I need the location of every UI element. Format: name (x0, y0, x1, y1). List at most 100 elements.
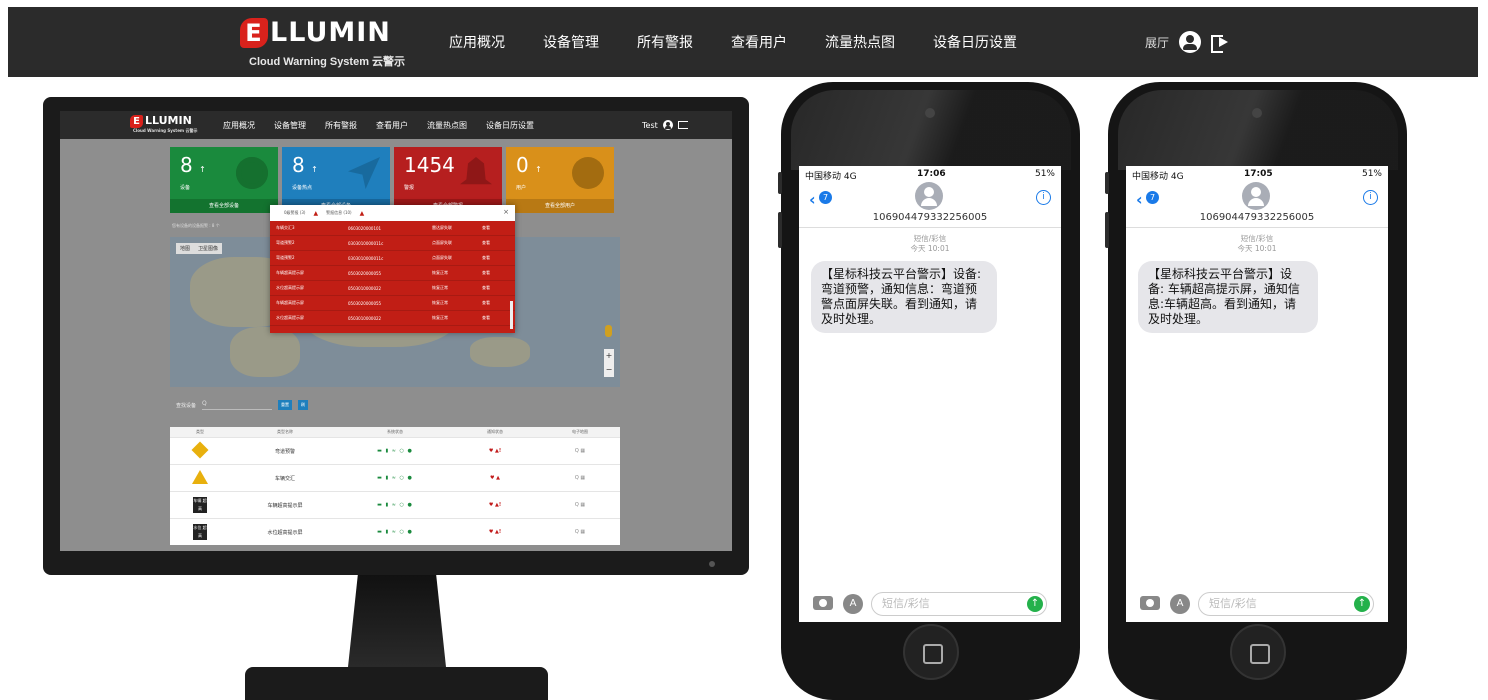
type-cell: 水位 超高 (170, 524, 230, 540)
screen-logout-icon[interactable] (677, 121, 688, 129)
alert-row[interactable]: 水位超高提示屏 0503010000022 恢复正常 查看 (270, 311, 515, 326)
screen-user-avatar-icon[interactable] (662, 120, 673, 130)
bell-icon (460, 157, 492, 185)
pegman-icon[interactable] (605, 325, 612, 337)
alert-row[interactable]: 水位超高提示屏 0503010000022 恢复正常 查看 (270, 281, 515, 296)
screen-nav-alerts[interactable]: 所有警报 (325, 120, 357, 131)
alert-modal-header: 0级警报 (3) ▲ 警报信息 (10) ▲ × (270, 205, 515, 221)
notify-icons[interactable]: ♥ ▲ (450, 475, 540, 481)
screen-nav-calendar[interactable]: 设备日历设置 (486, 120, 534, 131)
card-alerts[interactable]: 1454 警报 查看全部警报 (394, 147, 502, 213)
notify-icons[interactable]: ♥ ▲! (450, 529, 540, 535)
sender-number[interactable]: 106904479332256005 (799, 212, 1061, 223)
alert-row[interactable]: 车辆交汇3 0603020000101 雷达屏失联 查看 (270, 221, 515, 236)
card-devices[interactable]: 8 ↑ 设备 查看全部设备 (170, 147, 278, 213)
reset-button[interactable]: 重置 (278, 400, 293, 410)
person-icon (572, 157, 604, 189)
table-row[interactable]: 车辆交汇 ▬ ▮ ≈ ○ ● ♥ ▲ Q ▦ (170, 464, 620, 491)
nav-item-alerts[interactable]: 所有警报 (637, 32, 693, 52)
back-chevron-icon[interactable]: ‹ (809, 190, 816, 209)
map-tab-satellite[interactable]: 卫星图像 (194, 243, 222, 254)
user-avatar-icon[interactable] (1179, 31, 1202, 53)
map-tab-map[interactable]: 地图 (176, 243, 194, 254)
back-chevron-icon[interactable]: ‹ (1136, 190, 1143, 209)
card-alerts-label: 警报 (404, 185, 415, 191)
card-devices-footer[interactable]: 查看全部设备 (170, 199, 278, 213)
send-icon[interactable]: ↑ (1027, 596, 1043, 612)
brand-name: LLUMIN (270, 17, 391, 48)
device-search-bar: 查找设备 Q 重置 刷 (170, 394, 620, 416)
table-header: 类型 类型名称 系统状态 通知状态 电子地图 (170, 427, 620, 437)
map-action-icons[interactable]: Q ▦ (540, 502, 620, 508)
notify-icons[interactable]: ♥ ▲! (450, 502, 540, 508)
search-input[interactable]: Q (202, 400, 273, 410)
phone-2: 中国移动 4G 17:05 51% ‹ 7 106904479332256005… (1105, 82, 1407, 700)
screen-user-area: Test (642, 111, 688, 139)
modal-scrollbar[interactable] (510, 301, 513, 329)
map-action-icons[interactable]: Q ▦ (540, 448, 620, 454)
camera-icon[interactable] (813, 596, 833, 610)
screen-brand-e-mark: E (130, 115, 143, 128)
header-divider (1126, 227, 1388, 228)
vehicle-height-sign-icon: 车辆 超高 (193, 497, 207, 513)
modal-tab-level0[interactable]: 0级警报 (3) (284, 210, 305, 216)
message-time: 今天 10:01 (910, 244, 950, 253)
nav-item-devices[interactable]: 设备管理 (543, 32, 599, 52)
status-icons: ▬ ▮ ≈ ○ ● (377, 502, 413, 508)
close-icon[interactable]: × (503, 208, 509, 216)
screen-nav-devices[interactable]: 设备管理 (274, 120, 306, 131)
message-meta: 短信/彩信 今天 10:01 (799, 234, 1061, 254)
card-users[interactable]: 0 ↑ 用户 查看全部用户 (506, 147, 614, 213)
alert-row[interactable]: 弯道预警2 0303010000011c 点面屏失联 查看 (270, 251, 515, 266)
logout-icon[interactable] (1211, 33, 1233, 53)
message-bubble[interactable]: 【星标科技云平台警示】设备: 车辆超高提示屏，通知信息:车辆超高。看到通知，请及… (1138, 261, 1318, 333)
col-type: 类型 (196, 429, 204, 434)
message-bubble[interactable]: 【星标科技云平台警示】设备: 弯道预警，通知信息：弯道预警点面屏失联。看到通知，… (811, 261, 997, 333)
refresh-button[interactable]: 刷 (298, 400, 309, 410)
brand-logo[interactable]: E LLUMIN Cloud Warning System 云警示 (240, 17, 405, 69)
table-row[interactable]: 弯道预警 ▬ ▮ ≈ ○ ● ♥ ▲! Q ▦ (170, 437, 620, 464)
nav-item-overview[interactable]: 应用概况 (449, 32, 505, 52)
screen-nav-users[interactable]: 查看用户 (376, 120, 408, 131)
notify-icons[interactable]: ♥ ▲! (450, 448, 540, 454)
home-button[interactable] (1230, 624, 1286, 680)
brand-e-mark: E (240, 17, 268, 48)
card-devices-value: 8 ↑ (180, 153, 206, 177)
screen-brand-logo[interactable]: E LLUMIN (130, 114, 192, 128)
card-users-footer[interactable]: 查看全部用户 (506, 199, 614, 213)
main-nav: 应用概况 设备管理 所有警报 查看用户 流量热点图 设备日历设置 (449, 7, 1055, 77)
alert-row[interactable]: 车辆超高提示屏 0503020000055 恢复正常 查看 (270, 266, 515, 281)
contact-avatar-icon[interactable] (1242, 182, 1270, 210)
table-row[interactable]: 车辆 超高 车辆超高提示屏 ▬ ▮ ≈ ○ ● ♥ ▲! Q ▦ (170, 491, 620, 518)
map-action-icons[interactable]: Q ▦ (540, 475, 620, 481)
message-input[interactable]: 短信/彩信 (871, 592, 1047, 616)
col-notify: 通知状态 (487, 429, 503, 434)
sender-number[interactable]: 106904479332256005 (1126, 212, 1388, 223)
screen-nav-heatmap[interactable]: 流量热点图 (427, 120, 467, 131)
nav-item-calendar[interactable]: 设备日历设置 (933, 32, 1017, 52)
app-store-icon[interactable]: A (843, 594, 863, 614)
contact-avatar-icon[interactable] (915, 182, 943, 210)
screen-nav-overview[interactable]: 应用概况 (223, 120, 255, 131)
nav-item-users[interactable]: 查看用户 (731, 32, 787, 52)
nav-item-heatmap[interactable]: 流量热点图 (825, 32, 895, 52)
alert-row[interactable]: 车辆超高提示屏 0503020000055 恢复正常 查看 (270, 296, 515, 311)
send-icon[interactable]: ↑ (1354, 596, 1370, 612)
message-input[interactable]: 短信/彩信 (1198, 592, 1374, 616)
camera-icon[interactable] (1140, 596, 1160, 610)
alert-row[interactable]: 弯道预警2 0303010000011c 点面屏失联 查看 (270, 236, 515, 251)
water-level-sign-icon: 水位 超高 (193, 524, 207, 540)
modal-tab-alerts[interactable]: 警报信息 (10) (326, 210, 351, 216)
clock: 17:05 (1244, 169, 1273, 179)
info-icon[interactable]: i (1036, 190, 1051, 205)
battery-level: 51% (1034, 169, 1055, 179)
app-store-icon[interactable]: A (1170, 594, 1190, 614)
card-hotspots[interactable]: 8 ↑ 设备热点 查看全部设备 (282, 147, 390, 213)
home-button[interactable] (903, 624, 959, 680)
table-row[interactable]: 水位 超高 水位超高提示屏 ▬ ▮ ≈ ○ ● ♥ ▲! Q ▦ (170, 518, 620, 545)
info-icon[interactable]: i (1363, 190, 1378, 205)
zoom-control[interactable]: + − (604, 349, 614, 377)
status-icons: ▬ ▮ ≈ ○ ● (377, 448, 413, 454)
user-area: 展厅 (1145, 7, 1233, 77)
map-action-icons[interactable]: Q ▦ (540, 529, 620, 535)
